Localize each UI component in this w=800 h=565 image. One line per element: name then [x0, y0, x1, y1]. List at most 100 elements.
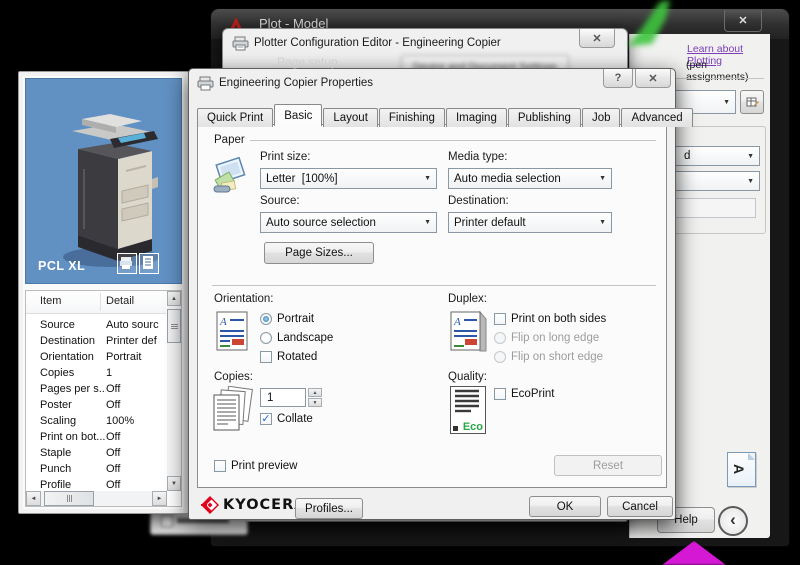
- print-both-sides-option[interactable]: Print on both sides: [494, 313, 606, 325]
- tab-job[interactable]: Job: [581, 108, 621, 127]
- vscroll-thumb[interactable]: [167, 309, 181, 343]
- svg-text:A: A: [453, 316, 461, 328]
- portrait-option[interactable]: Portrait: [260, 313, 314, 325]
- table-row[interactable]: Staple Off: [26, 445, 166, 461]
- print-size-dropdown[interactable]: Letter [100%] ▼: [260, 168, 437, 189]
- kyocera-logo-icon: [201, 496, 219, 519]
- thumb-grip: [66, 495, 72, 502]
- quality-group-label: Quality:: [448, 371, 487, 383]
- rotated-option[interactable]: Rotated: [260, 351, 317, 363]
- properties-dialog: Engineering Copier Properties ? ✕ Quick …: [188, 68, 693, 520]
- print-size-label: Print size:: [260, 151, 311, 163]
- flip-long-edge-label: Flip on long edge: [511, 332, 600, 344]
- eco-bullet: [453, 426, 458, 431]
- collate-option[interactable]: ✓ Collate: [260, 413, 313, 425]
- table-row[interactable]: Copies 1: [26, 365, 166, 381]
- tab-imaging[interactable]: Imaging: [445, 108, 507, 127]
- destination-value: Printer default: [454, 216, 526, 229]
- tab-quick-print[interactable]: Quick Print: [197, 108, 274, 127]
- print-preview-option[interactable]: Print preview: [214, 460, 297, 472]
- tab-publishing[interactable]: Publishing: [507, 108, 581, 127]
- edit-plot-style-button[interactable]: [740, 90, 764, 114]
- table-row[interactable]: Source Auto sourc: [26, 317, 166, 333]
- media-type-label: Media type:: [448, 151, 508, 163]
- copies-spinner: ▲ ▼: [308, 388, 322, 407]
- source-dropdown[interactable]: Auto source selection ▼: [260, 212, 437, 233]
- page-sizes-button[interactable]: Page Sizes...: [264, 242, 374, 264]
- table-row[interactable]: Poster Off: [26, 397, 166, 413]
- landscape-radio[interactable]: [260, 332, 272, 344]
- chevron-down-icon: ▼: [599, 175, 606, 182]
- column-divider[interactable]: [100, 293, 101, 311]
- printer-info-icon-button[interactable]: [117, 253, 137, 274]
- table-row[interactable]: Print on bot... Off: [26, 429, 166, 445]
- duplex-icon: A: [450, 310, 488, 358]
- ecoprint-option[interactable]: EcoPrint: [494, 388, 554, 400]
- duplex-group-label: Duplex:: [448, 293, 487, 305]
- tab-strip: Quick Print Basic Layout Finishing Imaging Pu…: [197, 104, 694, 127]
- properties-help-button[interactable]: ?: [603, 69, 633, 88]
- portrait-radio[interactable]: [260, 313, 272, 325]
- plot-style-edit-icon: [746, 97, 759, 106]
- printer-icon: [197, 76, 214, 96]
- tab-layout[interactable]: Layout: [323, 108, 378, 127]
- spinner-down-button[interactable]: ▼: [308, 398, 322, 407]
- tab-finishing[interactable]: Finishing: [378, 108, 445, 127]
- chevron-down-icon: ▼: [723, 98, 730, 106]
- portrait-label: Portrait: [277, 313, 315, 325]
- orientation-group-label: Orientation:: [214, 293, 274, 305]
- copies-group-label: Copies:: [214, 371, 253, 383]
- item-header[interactable]: Item: [40, 295, 61, 307]
- green-cursor-artifact: [628, 0, 670, 46]
- table-row[interactable]: Orientation Portrait: [26, 349, 166, 365]
- orientation-letter: A: [731, 463, 748, 475]
- scroll-left-button[interactable]: ◄: [26, 491, 41, 506]
- detail-header[interactable]: Detail: [106, 295, 134, 307]
- section-divider: [212, 285, 656, 286]
- rotated-label: Rotated: [277, 351, 318, 363]
- svg-text:A: A: [219, 316, 227, 328]
- paper-icon: [212, 155, 250, 200]
- properties-close-button[interactable]: ✕: [635, 69, 671, 88]
- print-preview-label: Print preview: [231, 460, 298, 472]
- print-size-value: Letter [100%]: [266, 172, 338, 185]
- reset-button[interactable]: Reset: [554, 455, 662, 476]
- media-type-dropdown[interactable]: Auto media selection ▼: [448, 168, 612, 189]
- drawing-orientation-icon: A: [727, 452, 756, 487]
- flip-short-edge-label: Flip on short edge: [511, 351, 604, 363]
- ok-button[interactable]: OK: [529, 496, 601, 517]
- driver-name-label: PCL XL: [38, 259, 86, 273]
- landscape-option[interactable]: Landscape: [260, 332, 333, 344]
- copies-icon: [210, 385, 256, 439]
- scroll-down-button[interactable]: ▼: [167, 476, 181, 491]
- scroll-up-button[interactable]: ▲: [167, 291, 181, 306]
- destination-dropdown[interactable]: Printer default ▼: [448, 212, 612, 233]
- page-setup-label: Page setup: [277, 55, 338, 69]
- cancel-button[interactable]: Cancel: [607, 496, 673, 517]
- collate-checkbox[interactable]: ✓: [260, 413, 272, 425]
- scroll-right-button[interactable]: ►: [152, 491, 167, 506]
- table-row[interactable]: Destination Printer def: [26, 333, 166, 349]
- ecoprint-checkbox[interactable]: [494, 388, 506, 400]
- blurred-glyph: [161, 515, 173, 527]
- rotated-checkbox[interactable]: [260, 351, 272, 363]
- table-row[interactable]: Scaling 100%: [26, 413, 166, 429]
- print-preview-checkbox[interactable]: [214, 460, 226, 472]
- table-row[interactable]: Punch Off: [26, 461, 166, 477]
- spinner-up-button[interactable]: ▲: [308, 388, 322, 397]
- plot-close-button[interactable]: ✕: [724, 10, 762, 32]
- profiles-button[interactable]: Profiles...: [295, 498, 363, 519]
- source-label: Source:: [260, 195, 300, 207]
- pce-dialog-title: Plotter Configuration Editor - Engineeri…: [254, 37, 501, 49]
- eco-badge: Eco: [462, 421, 483, 433]
- page-info-icon-button[interactable]: [139, 253, 159, 274]
- printer-image-box: PCL XL: [25, 78, 182, 284]
- tab-basic[interactable]: Basic: [274, 104, 323, 126]
- tab-advanced[interactable]: Advanced: [621, 108, 693, 127]
- table-row[interactable]: Pages per s... Off: [26, 381, 166, 397]
- basic-tab-page: Paper Print size: Letter [100%] ▼ Media …: [197, 124, 667, 488]
- copies-count-field[interactable]: 1: [260, 388, 306, 407]
- print-both-sides-checkbox[interactable]: [494, 313, 506, 325]
- collapse-panel-button[interactable]: ‹: [718, 506, 748, 536]
- hscroll-thumb[interactable]: [44, 491, 94, 506]
